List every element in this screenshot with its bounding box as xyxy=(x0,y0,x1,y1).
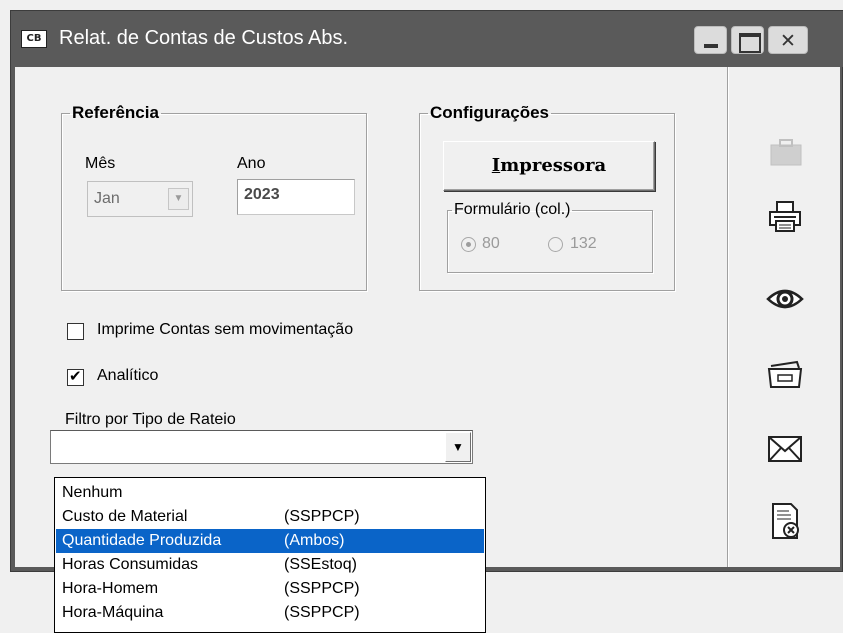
list-item[interactable]: Nenhum xyxy=(56,481,484,505)
sem-movimentacao-checkbox[interactable] xyxy=(67,323,84,340)
list-item-code: (Ambos) xyxy=(284,532,345,549)
filtro-label: Filtro por Tipo de Rateio xyxy=(65,411,236,428)
app-icon: CB xyxy=(21,30,47,48)
toolbar-divider xyxy=(727,67,729,567)
configuracoes-legend: Configurações xyxy=(430,103,550,122)
analitico-label: Analítico xyxy=(97,367,159,384)
list-item[interactable]: Hora-Máquina (SSPPCP) xyxy=(56,601,484,625)
formulario-group: Formulário (col.) xyxy=(447,201,653,273)
email-envelope-icon[interactable] xyxy=(765,429,805,469)
window-title: Relat. de Contas de Custos Abs. xyxy=(59,27,349,49)
list-item-name: Horas Consumidas xyxy=(62,556,199,573)
analitico-checkbox[interactable] xyxy=(67,367,84,386)
list-item[interactable]: Hora-Homem (SSPPCP) xyxy=(56,577,484,601)
list-item[interactable]: Horas Consumidas (SSEstoq) xyxy=(56,553,484,577)
list-item-selected[interactable]: Quantidade Produzida (Ambos) xyxy=(56,529,484,553)
radio-80[interactable] xyxy=(461,237,476,252)
list-item-code: (SSEstoq) xyxy=(284,556,357,573)
list-item-code: (SSPPCP) xyxy=(284,604,360,621)
close-button[interactable] xyxy=(768,26,808,55)
list-item-name: Hora-Máquina xyxy=(62,604,164,621)
mes-label: Mês xyxy=(85,155,116,172)
formulario-legend: Formulário (col.) xyxy=(454,201,571,218)
list-item-name: Hora-Homem xyxy=(62,580,159,597)
maximize-button[interactable] xyxy=(731,26,764,54)
sem-movimentacao-label: Imprime Contas sem movimentação xyxy=(97,321,354,338)
briefcase-icon xyxy=(770,139,802,166)
list-item-name: Quantidade Produzida xyxy=(62,532,222,549)
radio-132[interactable] xyxy=(548,237,563,252)
list-item-code: (SSPPCP) xyxy=(284,508,360,525)
title-bar[interactable]: CB Relat. de Contas de Custos Abs. xyxy=(11,11,843,67)
month-select-value: Jan xyxy=(94,190,120,207)
printer-icon[interactable] xyxy=(765,197,805,237)
printer-button-label: mpressora xyxy=(500,155,607,176)
list-item[interactable]: Custo de Material (SSPPCP) xyxy=(56,505,484,529)
list-item-code: (SSPPCP) xyxy=(284,580,360,597)
filtro-dropdown-list[interactable]: Nenhum Custo de Material (SSPPCP) Quanti… xyxy=(54,477,486,633)
year-input[interactable]: 2023 xyxy=(237,179,355,215)
filtro-select[interactable]: ▼ xyxy=(50,430,473,464)
radio-80-label: 80 xyxy=(482,235,500,252)
printer-button-accelerator: I xyxy=(491,155,501,176)
chevron-down-icon[interactable]: ▼ xyxy=(168,188,189,210)
save-file-icon[interactable] xyxy=(765,353,805,393)
month-select[interactable]: Jan ▼ xyxy=(87,181,193,217)
list-item-name: Custo de Material xyxy=(62,508,188,525)
document-cancel-icon[interactable] xyxy=(765,501,805,541)
ano-label: Ano xyxy=(237,155,266,172)
printer-button[interactable]: Impressora xyxy=(443,141,655,191)
referencia-legend: Referência xyxy=(72,103,159,122)
radio-132-label: 132 xyxy=(570,235,597,252)
preview-eye-icon[interactable] xyxy=(765,279,805,319)
chevron-down-icon[interactable]: ▼ xyxy=(445,432,471,462)
list-item-name: Nenhum xyxy=(62,484,123,501)
minimize-button[interactable] xyxy=(694,26,727,54)
